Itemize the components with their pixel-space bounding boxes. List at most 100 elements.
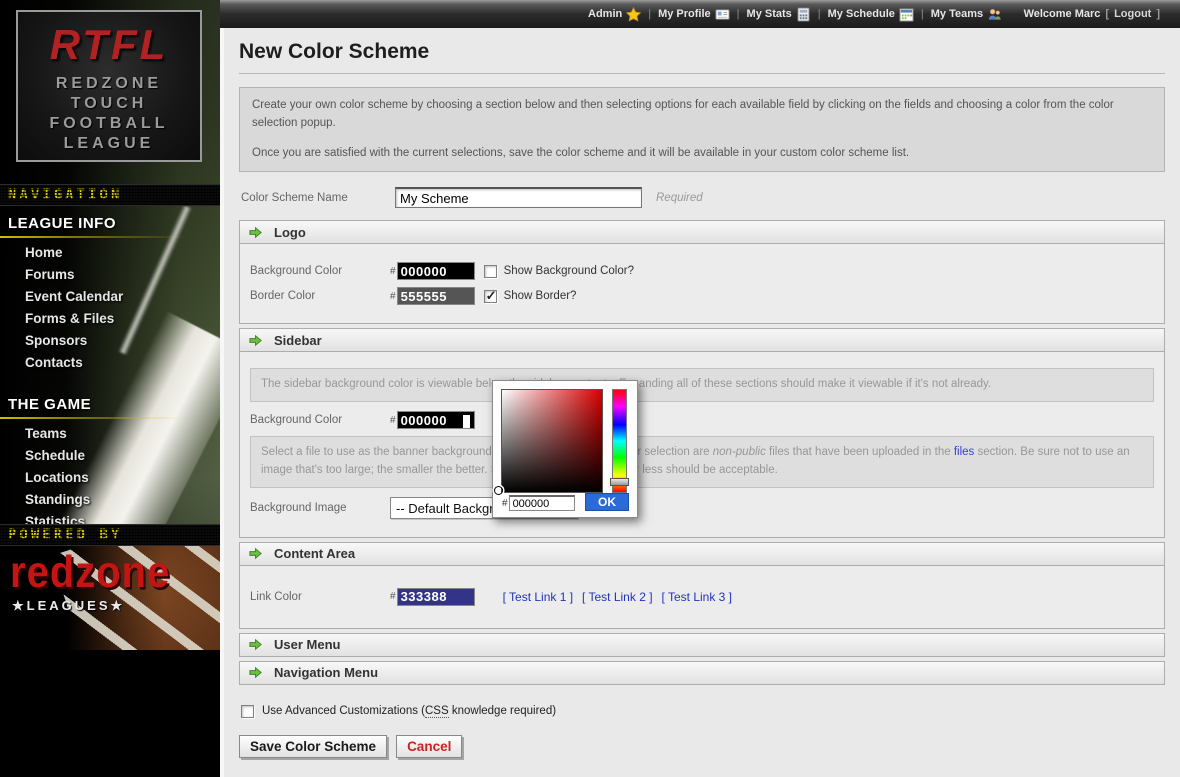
scheme-name-row: Color Scheme Name Required	[241, 187, 1165, 208]
advanced-customizations-checkbox[interactable]	[241, 705, 254, 718]
section-header-user-menu[interactable]: User Menu	[239, 633, 1165, 657]
hue-slider-thumb[interactable]	[610, 478, 629, 486]
sidebar-item-home[interactable]: Home	[25, 245, 220, 260]
advanced-customizations-row: Use Advanced Customizations (CSS knowled…	[241, 705, 1165, 718]
redzone-leagues-sub: ★LEAGUES★	[12, 598, 125, 614]
nav-heading-the-game: THE GAME	[8, 396, 220, 413]
picker-ok-button[interactable]: OK	[585, 493, 629, 511]
advanced-label-text: Use Advanced Customizations (	[262, 705, 425, 717]
test-link-1[interactable]: [ Test Link 1 ]	[503, 590, 573, 604]
color-picker-popup: # OK	[492, 380, 638, 518]
advanced-label-text: knowledge required)	[449, 705, 556, 717]
league-logo-line: LEAGUE	[18, 134, 200, 154]
hash-prefix: #	[390, 266, 396, 277]
separator: |	[648, 8, 651, 20]
menu-my-stats[interactable]: My Stats	[747, 7, 811, 22]
separator: |	[818, 8, 821, 20]
banner-image-note: Select a file to use as the banner backg…	[250, 436, 1154, 488]
league-info-list: Home Forums Event Calendar Forms & Files…	[25, 245, 220, 370]
link-color-label: Link Color	[250, 591, 390, 603]
show-bg-color-checkbox[interactable]	[484, 265, 497, 278]
menu-my-profile[interactable]: My Profile	[658, 7, 730, 22]
button-row: Save Color Scheme Cancel	[239, 735, 1165, 758]
logo-border-color-label: Border Color	[250, 290, 390, 302]
powered-by-logo: redzone ★LEAGUES★	[0, 546, 220, 650]
calculator-icon	[796, 7, 811, 22]
redzone-leagues-logo[interactable]: redzone	[10, 548, 170, 598]
page-title: New Color Scheme	[239, 40, 1165, 74]
section-header-content-area[interactable]: Content Area	[239, 542, 1165, 566]
bracket: ]	[1156, 8, 1160, 20]
intro-paragraph-1: Create your own color scheme by choosing…	[252, 97, 1152, 133]
section-title-navigation-menu: Navigation Menu	[274, 665, 378, 680]
intro-paragraph-2: Once you are satisfied with the current …	[252, 145, 1152, 163]
test-link-2[interactable]: [ Test Link 2 ]	[582, 590, 652, 604]
section-header-logo[interactable]: Logo	[239, 220, 1165, 244]
league-logo-acronym: RTFL	[18, 16, 200, 74]
logo-border-color-row: Border Color # Show Border?	[250, 287, 1154, 305]
navigation-band: NAVIGATION	[0, 184, 220, 206]
green-arrow-icon	[248, 546, 263, 561]
background-image-label: Background Image	[250, 502, 390, 514]
menu-profile-label: My Profile	[658, 8, 711, 20]
nav-rule	[0, 417, 220, 419]
cancel-button[interactable]: Cancel	[396, 735, 462, 758]
show-border-checkbox[interactable]	[484, 290, 497, 303]
section-title-content-area: Content Area	[274, 546, 355, 561]
link-color-row: Link Color # [ Test Link 1 ] [ Test Link…	[250, 588, 1154, 606]
menu-my-schedule[interactable]: My Schedule	[828, 7, 914, 22]
menu-teams-label: My Teams	[931, 8, 983, 20]
page-root: RTFL REDZONE TOUCH FOOTBALL LEAGUE NAVIG…	[0, 0, 1180, 777]
logo-bg-color-input[interactable]	[397, 262, 475, 280]
section-header-sidebar[interactable]: Sidebar	[239, 328, 1165, 352]
sidebar-item-forms-files[interactable]: Forms & Files	[25, 311, 220, 326]
hash-prefix: #	[390, 591, 396, 602]
note-text: files that have been uploaded in the	[766, 446, 954, 458]
hash-prefix: #	[502, 498, 508, 509]
color-selector-circle[interactable]	[494, 486, 503, 495]
league-logo[interactable]: RTFL REDZONE TOUCH FOOTBALL LEAGUE	[16, 10, 202, 162]
sidebar-item-contacts[interactable]: Contacts	[25, 355, 220, 370]
files-link[interactable]: files	[954, 446, 974, 458]
nav-heading-league-info: LEAGUE INFO	[8, 215, 220, 232]
save-color-scheme-button[interactable]: Save Color Scheme	[239, 735, 387, 758]
sidebar-item-locations[interactable]: Locations	[25, 470, 220, 485]
section-body-logo: Background Color # Show Background Color…	[239, 244, 1165, 324]
league-logo-line: REDZONE	[18, 74, 200, 94]
hash-prefix: #	[390, 291, 396, 302]
hue-slider[interactable]	[612, 389, 627, 493]
menu-admin[interactable]: Admin	[588, 7, 641, 22]
hash-prefix: #	[390, 415, 396, 426]
sidebar-item-event-calendar[interactable]: Event Calendar	[25, 289, 220, 304]
sidebar-item-sponsors[interactable]: Sponsors	[25, 333, 220, 348]
logo-border-color-input[interactable]	[397, 287, 475, 305]
show-bg-color-label: Show Background Color?	[504, 265, 634, 277]
show-border-label: Show Border?	[504, 290, 577, 302]
menu-stats-label: My Stats	[747, 8, 792, 20]
sidebar-nav: LEAGUE INFO Home Forums Event Calendar F…	[0, 208, 220, 536]
logo-bg-color-row: Background Color # Show Background Color…	[250, 262, 1154, 280]
powered-by-band: POWERED BY	[0, 524, 220, 546]
picker-hex-input[interactable]	[509, 495, 575, 511]
css-abbr: CSS	[425, 705, 449, 718]
separator: |	[921, 8, 924, 20]
calendar-icon	[899, 7, 914, 22]
group-icon	[987, 7, 1002, 22]
sidebar-item-teams[interactable]: Teams	[25, 426, 220, 441]
separator: |	[737, 8, 740, 20]
saturation-value-square[interactable]	[501, 389, 603, 493]
topbar-menu: Admin | My Profile | My Stats | My Sched…	[588, 7, 1002, 22]
required-note: Required	[656, 192, 703, 204]
menu-my-teams[interactable]: My Teams	[931, 7, 1002, 22]
sidebar-item-standings[interactable]: Standings	[25, 492, 220, 507]
section-header-navigation-menu[interactable]: Navigation Menu	[239, 661, 1165, 685]
sidebar-item-schedule[interactable]: Schedule	[25, 448, 220, 463]
link-color-input[interactable]	[397, 588, 475, 606]
scheme-name-input[interactable]	[395, 187, 642, 208]
section-title-user-menu: User Menu	[274, 637, 340, 652]
logout-link[interactable]: Logout	[1114, 8, 1151, 20]
text-caret	[463, 415, 470, 428]
menu-schedule-label: My Schedule	[828, 8, 895, 20]
sidebar-item-forums[interactable]: Forums	[25, 267, 220, 282]
test-link-3[interactable]: [ Test Link 3 ]	[662, 590, 732, 604]
